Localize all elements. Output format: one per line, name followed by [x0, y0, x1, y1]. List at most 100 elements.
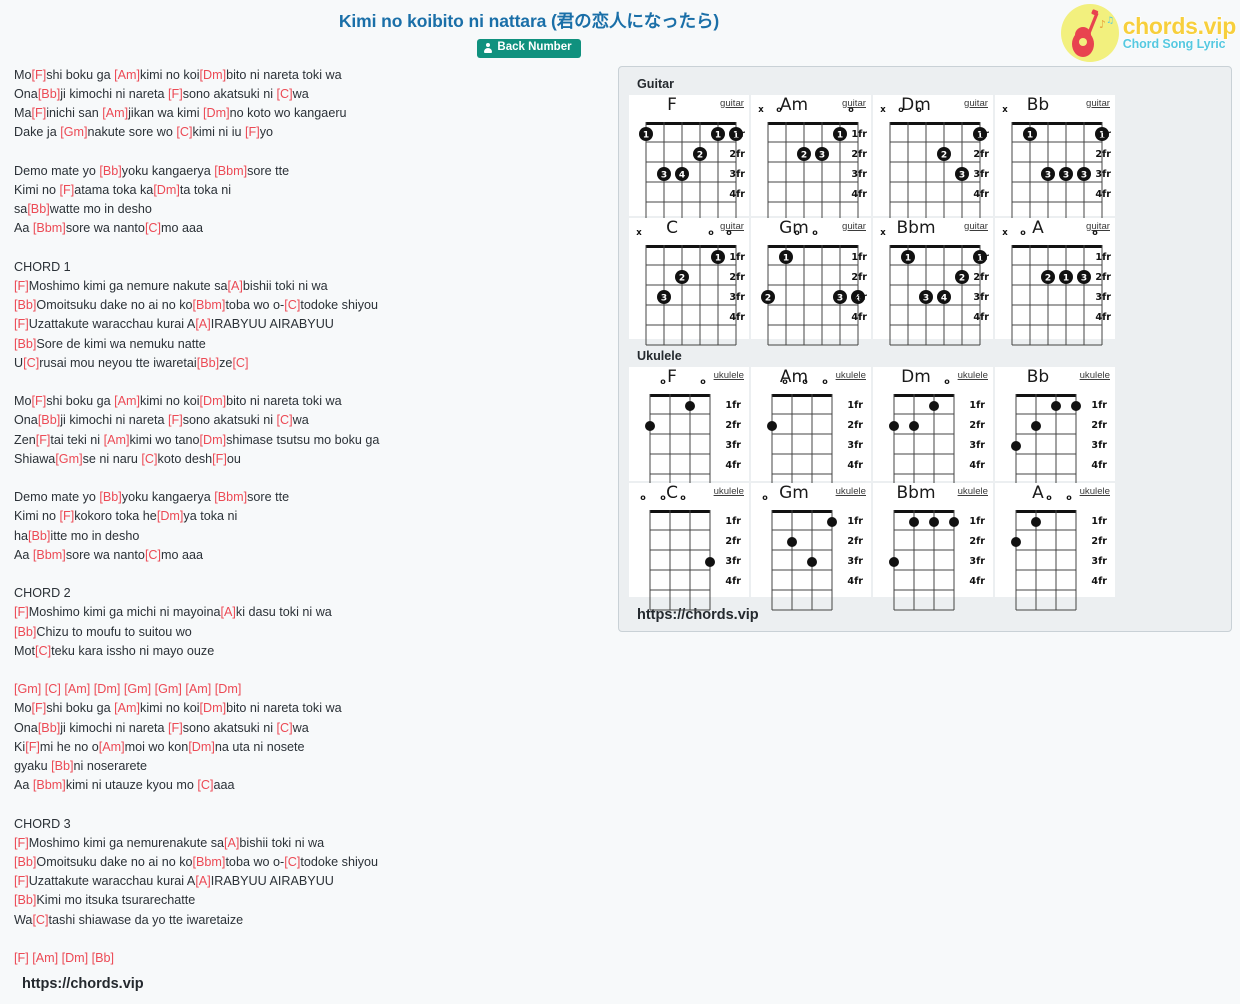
chord-token[interactable]: [Dm]: [200, 433, 227, 447]
chord-token[interactable]: [Bb]: [38, 721, 60, 735]
chord-token[interactable]: [Bbm]: [193, 298, 226, 312]
chord-card-bbm-guitar[interactable]: Bbm guitar x 1 1 2 3 4 1fr 2fr 3fr 4fr: [873, 217, 995, 346]
chord-token[interactable]: [C]: [232, 356, 248, 370]
chord-token[interactable]: [Bb]: [14, 855, 36, 869]
chord-token[interactable]: [C]: [284, 855, 300, 869]
chord-instrument-link[interactable]: ukulele: [1080, 486, 1110, 498]
chord-card-dm-ukulele[interactable]: Dm ukulele o 1fr 2fr 3fr 4fr: [873, 366, 995, 495]
chord-card-c-guitar[interactable]: Cguitar x o o 1 2 3 1fr 2fr 3fr 4fr: [629, 217, 751, 346]
chord-token[interactable]: [C]: [32, 913, 48, 927]
chord-token[interactable]: [F]: [32, 701, 47, 715]
chord-card-f-ukulele[interactable]: Fukulele o o 1fr 2fr 3fr 4fr: [629, 366, 751, 495]
chord-card-f-guitar[interactable]: Fguitar 1 1 1 2 3 4 1fr 2fr 3fr 4fr: [629, 94, 751, 223]
chord-token[interactable]: [C]: [277, 87, 293, 101]
chord-instrument-link[interactable]: ukulele: [714, 486, 744, 498]
chord-card-bbm-ukulele[interactable]: Bbm ukulele 1fr 2fr 3fr 4fr: [873, 482, 995, 611]
chord-token[interactable]: [Bb]: [14, 625, 36, 639]
chord-token[interactable]: [C]: [145, 548, 161, 562]
chord-token[interactable]: [C]: [145, 221, 161, 235]
chord-token[interactable]: [Am]: [114, 394, 140, 408]
chord-token[interactable]: [F]: [168, 413, 183, 427]
chord-token[interactable]: [Am]: [99, 740, 125, 754]
chord-instrument-link[interactable]: ukulele: [714, 370, 744, 382]
chord-token[interactable]: [Gm]: [60, 125, 87, 139]
chord-instrument-link[interactable]: ukulele: [836, 370, 866, 382]
chord-token[interactable]: [Bb]: [27, 202, 49, 216]
chord-instrument-link[interactable]: ukulele: [1080, 370, 1110, 382]
chord-token[interactable]: [F]: [14, 874, 29, 888]
chord-card-a-guitar[interactable]: Aguitar x o o 2 1 3 1fr 2fr 3fr 4fr: [995, 217, 1117, 346]
chord-token[interactable]: [F]: [245, 125, 260, 139]
chord-card-a-ukulele[interactable]: Aukulele o o 1fr 2fr 3fr 4fr: [995, 482, 1117, 611]
chord-token[interactable]: [Bb]: [99, 164, 121, 178]
chord-token[interactable]: [Am]: [114, 68, 140, 82]
chord-token[interactable]: [Bb]: [38, 413, 60, 427]
chord-token[interactable]: [C]: [277, 413, 293, 427]
chord-card-am-guitar[interactable]: Am guitar x o o 1 2 3 1fr 2fr 3fr 4fr: [751, 94, 873, 223]
chord-token[interactable]: [F]: [32, 106, 47, 120]
chord-token[interactable]: [F]: [212, 452, 227, 466]
chord-token[interactable]: [Gm] [C] [Am] [Dm] [Gm] [Gm] [Am] [Dm]: [14, 682, 241, 696]
chord-token[interactable]: [Bb]: [28, 529, 50, 543]
chord-token[interactable]: [Am]: [114, 701, 140, 715]
site-logo[interactable]: ♪ ♫ chords.vip Chord Song Lyric: [1060, 4, 1237, 62]
chord-token[interactable]: [Bb]: [14, 893, 36, 907]
chord-instrument-link[interactable]: guitar: [842, 221, 866, 233]
chord-card-bb-guitar[interactable]: Bb guitar x 1 1 3 3 3 1fr 2fr 3fr 4fr: [995, 94, 1117, 223]
chord-token[interactable]: [Bb]: [38, 87, 60, 101]
chord-card-gm-ukulele[interactable]: Gm ukulele o 1fr 2fr 3fr 4fr: [751, 482, 873, 611]
chord-token[interactable]: [F]: [14, 279, 29, 293]
chord-token[interactable]: [Bbm]: [214, 164, 247, 178]
chord-token[interactable]: [C]: [277, 721, 293, 735]
chord-token[interactable]: [F]: [168, 721, 183, 735]
chord-token[interactable]: [F]: [14, 605, 29, 619]
chord-instrument-link[interactable]: guitar: [964, 98, 988, 110]
chord-token[interactable]: [F] [Am] [Dm] [Bb]: [14, 951, 114, 965]
chord-token[interactable]: [C]: [23, 356, 39, 370]
chord-token[interactable]: [C]: [35, 644, 51, 658]
artist-badge[interactable]: Back Number: [477, 39, 581, 58]
chord-token[interactable]: [F]: [36, 433, 51, 447]
chord-token[interactable]: [Bbm]: [193, 855, 226, 869]
chord-token[interactable]: [Am]: [102, 106, 128, 120]
chord-token[interactable]: [F]: [25, 740, 40, 754]
chord-token[interactable]: [C]: [176, 125, 192, 139]
chord-token[interactable]: [Bbm]: [214, 490, 247, 504]
chord-instrument-link[interactable]: guitar: [964, 221, 988, 233]
chord-token[interactable]: [Bb]: [197, 356, 219, 370]
chord-token[interactable]: [Bb]: [14, 337, 36, 351]
chord-token[interactable]: [Bb]: [51, 759, 73, 773]
chord-token[interactable]: [F]: [60, 183, 75, 197]
chord-instrument-link[interactable]: ukulele: [836, 486, 866, 498]
chord-token[interactable]: [Dm]: [200, 394, 227, 408]
chord-token[interactable]: [A]: [195, 317, 210, 331]
lyrics-footer-url[interactable]: https://chords.vip: [14, 968, 614, 992]
chord-instrument-link[interactable]: ukulele: [958, 486, 988, 498]
chord-token[interactable]: [A]: [224, 836, 239, 850]
chord-token[interactable]: [Dm]: [153, 183, 180, 197]
chord-token[interactable]: [Dm]: [203, 106, 230, 120]
chord-instrument-link[interactable]: guitar: [720, 98, 744, 110]
chord-card-c-ukulele[interactable]: Cukulele o o o 1fr 2fr 3fr 4fr: [629, 482, 751, 611]
chord-token[interactable]: [Dm]: [157, 509, 184, 523]
chord-token[interactable]: [C]: [141, 452, 157, 466]
chord-token[interactable]: [Bbm]: [33, 778, 66, 792]
chord-token[interactable]: [Am]: [104, 433, 130, 447]
chord-token[interactable]: [Dm]: [200, 68, 227, 82]
chord-instrument-link[interactable]: guitar: [1086, 98, 1110, 110]
chord-token[interactable]: [F]: [168, 87, 183, 101]
chord-token[interactable]: [A]: [220, 605, 235, 619]
chord-token[interactable]: [A]: [228, 279, 243, 293]
chord-token[interactable]: [F]: [14, 317, 29, 331]
chord-token[interactable]: [Dm]: [188, 740, 215, 754]
chord-token[interactable]: [Bbm]: [33, 548, 66, 562]
chord-instrument-link[interactable]: ukulele: [958, 370, 988, 382]
chord-token[interactable]: [F]: [32, 394, 47, 408]
chord-token[interactable]: [Gm]: [55, 452, 82, 466]
chord-token[interactable]: [C]: [284, 298, 300, 312]
chord-token[interactable]: [F]: [14, 836, 29, 850]
chord-token[interactable]: [C]: [197, 778, 213, 792]
chord-card-bb-ukulele[interactable]: Bb ukulele 1fr 2fr 3fr 4fr: [995, 366, 1117, 495]
chord-token[interactable]: [F]: [32, 68, 47, 82]
chord-card-gm-guitar[interactable]: Gm guitar o o 1 2 3 4 1fr 2fr 3fr 4fr: [751, 217, 873, 346]
